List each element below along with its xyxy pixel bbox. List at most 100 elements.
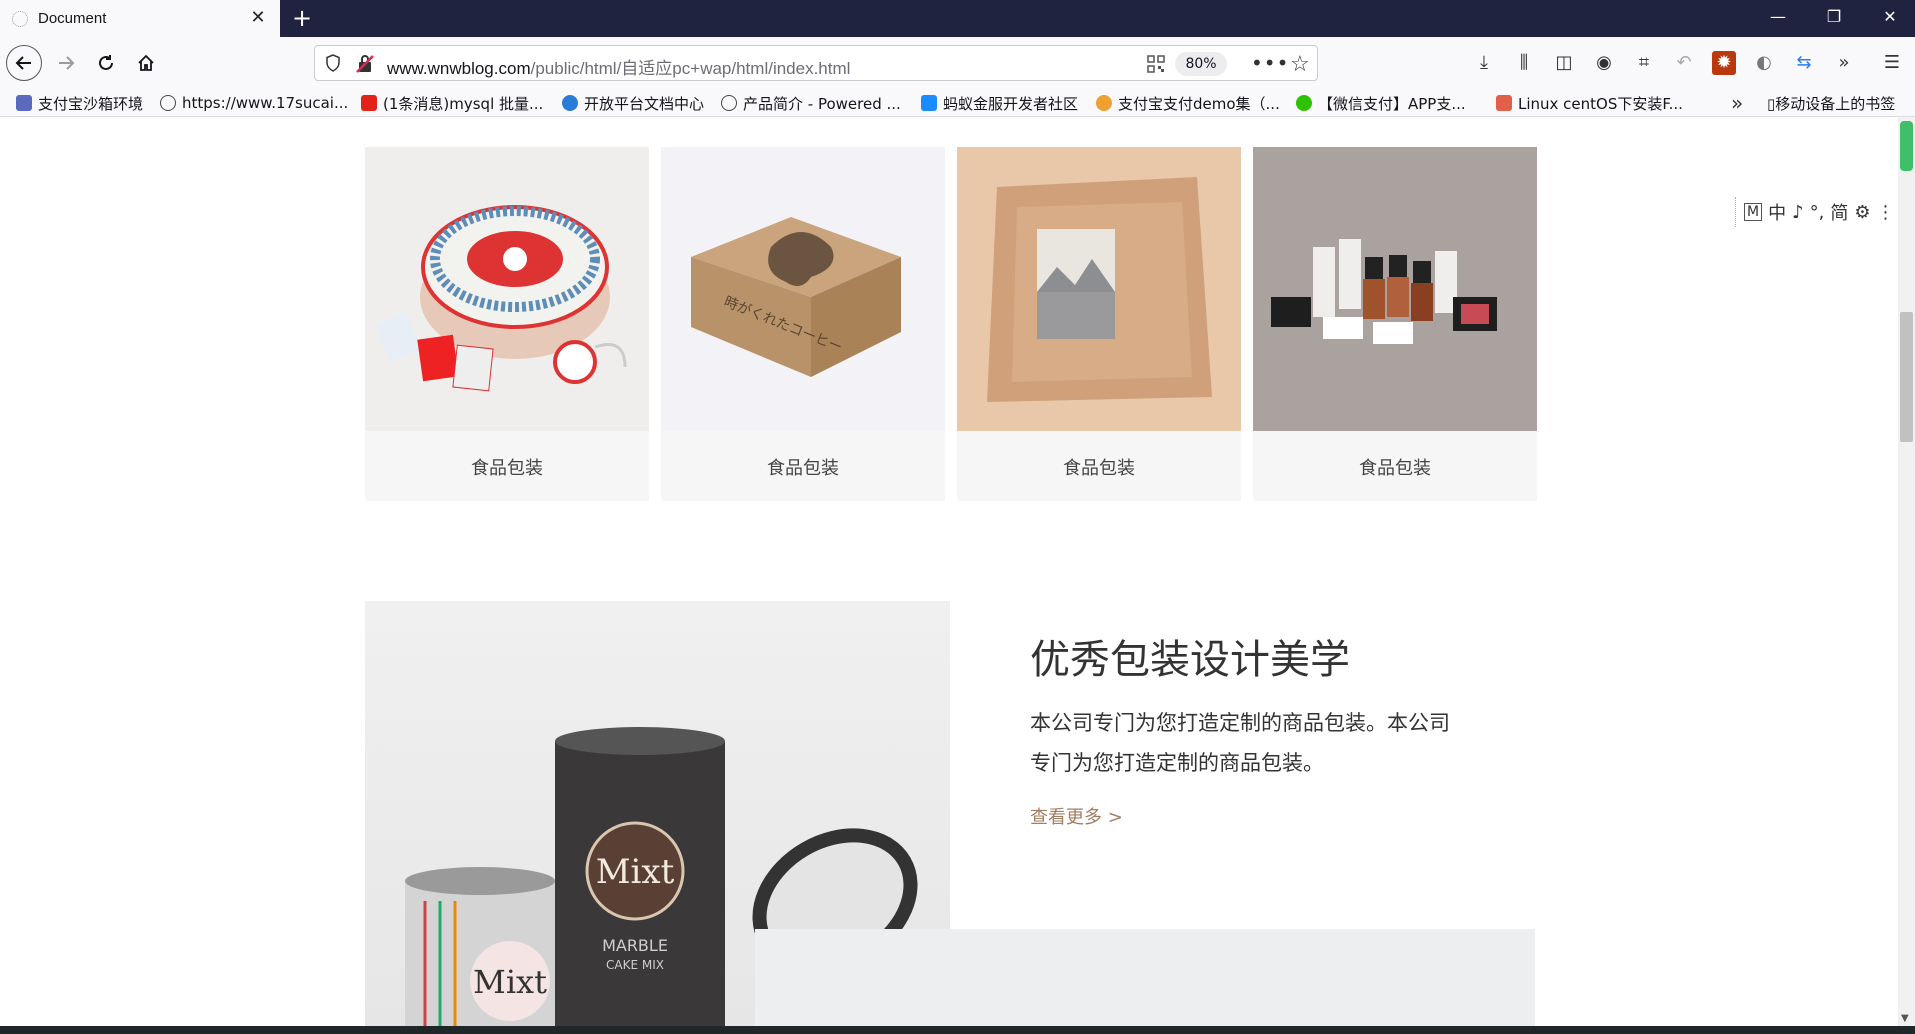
figure-icon xyxy=(562,95,578,111)
bookmark-label: 支付宝沙箱环境 xyxy=(38,94,144,113)
zoom-level-badge[interactable]: 80% xyxy=(1175,52,1227,76)
bookmark-item[interactable]: https://www.17sucai... xyxy=(160,93,348,113)
cat-icon xyxy=(1096,95,1112,111)
bookmark-item[interactable]: 产品简介 - Powered ... xyxy=(721,93,901,113)
kraft-box-photo: 時がくれたコーヒー xyxy=(661,147,945,431)
qr-code-icon[interactable] xyxy=(1147,55,1165,73)
feature-title: 优秀包装设计美学 xyxy=(1030,637,1350,683)
product-card-label: 食品包装 xyxy=(1063,458,1135,479)
bookmark-item[interactable]: 开放平台文档中心 xyxy=(562,93,704,113)
tab-title: Document xyxy=(38,10,107,27)
ime-halfwidth-icon[interactable]: ♪ xyxy=(1792,202,1804,223)
product-card-label: 食品包装 xyxy=(1359,458,1431,479)
wechat-icon xyxy=(1296,95,1312,111)
navigation-toolbar: www.wnwblog.com/public/html/自适应pc+wap/ht… xyxy=(0,37,1915,89)
robot-icon xyxy=(16,95,32,111)
globe-icon xyxy=(160,95,176,111)
page-viewport: 食品包装 時がくれたコーヒー 食品包装 食品包装 食品包装 Mixt MARBL… xyxy=(0,117,1898,1026)
taskbar-strip xyxy=(0,1026,1915,1034)
arrow-left-icon xyxy=(15,56,31,70)
bookmark-label: Linux centOS下安装F... xyxy=(1518,94,1683,113)
globe-icon xyxy=(721,95,737,111)
can-type-text: CAKE MIX xyxy=(606,958,664,972)
bookmark-label: 开放平台文档中心 xyxy=(584,94,705,113)
download-icon[interactable]: ⤓ xyxy=(1472,51,1496,75)
ime-punctuation-icon[interactable]: °, xyxy=(1810,202,1825,223)
back-button[interactable] xyxy=(6,45,42,81)
extension-sun-icon[interactable]: ✹ xyxy=(1712,51,1736,75)
bookmarks-overflow-icon[interactable]: » xyxy=(1731,91,1743,115)
sync-icon[interactable]: ⇆ xyxy=(1792,51,1816,75)
scroll-indicator-marker xyxy=(1900,121,1913,171)
ant-icon xyxy=(921,95,937,111)
scrollbar-thumb[interactable] xyxy=(1900,312,1913,442)
tab-document[interactable]: Document ✕ xyxy=(0,0,280,37)
feature-description: 本公司专门为您打造定制的商品包装。本公司专门为您打造定制的商品包装。 xyxy=(1030,711,1450,775)
hamburger-menu-icon[interactable]: ☰ xyxy=(1880,51,1904,75)
bookmark-label: 支付宝支付demo集（... xyxy=(1118,94,1280,113)
page-scrollbar[interactable]: ▼ xyxy=(1898,117,1915,1026)
shield-icon[interactable] xyxy=(325,54,341,72)
bookmark-item[interactable]: 蚂蚁金服开发者社区 xyxy=(921,93,1078,113)
jian-icon xyxy=(1496,95,1512,111)
can-flavor-text: MARBLE xyxy=(602,936,668,955)
url-bar[interactable]: www.wnwblog.com/public/html/自适应pc+wap/ht… xyxy=(314,45,1318,81)
overflow-chevron-icon[interactable]: » xyxy=(1832,51,1856,75)
tab-strip: Document ✕ + — ❐ ✕ xyxy=(0,0,1915,37)
bookmark-label: 蚂蚁金服开发者社区 xyxy=(943,94,1079,113)
can-label-text: Mixt xyxy=(473,963,547,1001)
url-text[interactable]: www.wnwblog.com/public/html/自适应pc+wap/ht… xyxy=(387,54,850,79)
bookmark-item[interactable]: 【微信支付】APP支... xyxy=(1296,93,1466,113)
minimize-button[interactable]: — xyxy=(1750,0,1806,34)
url-host: www.wnwblog.com xyxy=(387,59,531,78)
sidebar-icon[interactable]: ◫ xyxy=(1552,51,1576,75)
ime-mode-icon[interactable]: M xyxy=(1744,203,1763,221)
home-button[interactable] xyxy=(128,45,164,81)
page-favicon-icon xyxy=(12,10,28,27)
scroll-down-arrow-icon[interactable]: ▼ xyxy=(1901,1013,1909,1024)
cosmetics-photo xyxy=(1253,147,1537,431)
product-card[interactable]: 時がくれたコーヒー 食品包装 xyxy=(661,147,945,501)
screenshot-icon[interactable]: ⌗ xyxy=(1632,51,1656,75)
bookmark-item[interactable]: Linux centOS下安装F... xyxy=(1496,93,1683,113)
page-actions-menu-icon[interactable]: ••• xyxy=(1251,51,1289,75)
tab-close-icon[interactable]: ✕ xyxy=(248,8,268,28)
bookmark-item[interactable]: 支付宝沙箱环境 xyxy=(16,93,143,113)
bookmark-label: https://www.17sucai... xyxy=(182,94,349,112)
product-card-label: 食品包装 xyxy=(471,458,543,479)
bookmark-star-icon[interactable]: ☆ xyxy=(1290,52,1310,77)
close-window-button[interactable]: ✕ xyxy=(1862,0,1915,34)
arrow-right-icon xyxy=(59,56,75,70)
product-card[interactable]: 食品包装 xyxy=(1253,147,1537,501)
can-brand-text: Mixt xyxy=(596,852,675,892)
bookmark-label: (1条消息)mysql 批量... xyxy=(383,94,544,113)
undo-icon[interactable]: ↶ xyxy=(1672,51,1696,75)
bookmark-label: 【微信支付】APP支... xyxy=(1318,94,1466,113)
bookmark-item[interactable]: 支付宝支付demo集（... xyxy=(1096,93,1280,113)
forward-button[interactable] xyxy=(48,45,84,81)
ime-toolbar: M 中 ♪ °, 简 ⚙ ⋮ xyxy=(1735,197,1898,227)
insecure-lock-icon[interactable] xyxy=(355,54,375,74)
restore-button[interactable]: ❐ xyxy=(1806,0,1862,34)
ime-chinese-toggle[interactable]: 中 xyxy=(1768,199,1786,225)
account-icon[interactable]: ◉ xyxy=(1592,51,1616,75)
url-path: /public/html/自适应pc+wap/html/index.html xyxy=(530,59,851,78)
product-card[interactable]: 食品包装 xyxy=(957,147,1241,501)
reload-button[interactable] xyxy=(88,45,124,81)
view-more-link[interactable]: 查看更多 > xyxy=(1030,803,1123,829)
mobile-bookmarks-label: 移动设备上的书签 xyxy=(1775,95,1896,113)
product-card[interactable]: 食品包装 xyxy=(365,147,649,501)
bookmark-label: 产品简介 - Powered ... xyxy=(743,94,901,113)
library-icon[interactable]: ⫼ xyxy=(1512,51,1536,75)
ime-simplified-toggle[interactable]: 简 xyxy=(1830,199,1848,225)
ime-options-icon[interactable]: ⋮ xyxy=(1876,202,1894,223)
tin-box-photo xyxy=(365,147,649,431)
bookmark-item[interactable]: (1条消息)mysql 批量... xyxy=(361,93,543,113)
mobile-bookmarks-folder[interactable]: ▯移动设备上的书签 xyxy=(1767,93,1895,114)
new-tab-button[interactable]: + xyxy=(288,4,316,32)
csdn-icon xyxy=(361,95,377,111)
feature-secondary-photo xyxy=(755,929,1535,1026)
extension-circle-icon[interactable]: ◐ xyxy=(1752,51,1776,75)
product-card-label: 食品包装 xyxy=(767,458,839,479)
ime-settings-icon[interactable]: ⚙ xyxy=(1854,202,1870,223)
